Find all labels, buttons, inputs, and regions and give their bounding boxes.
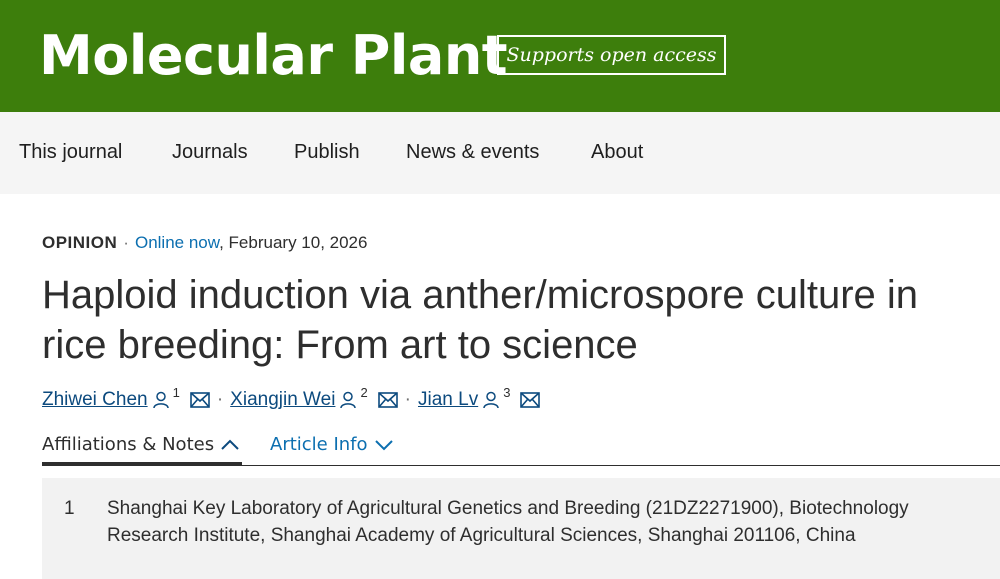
author-affiliation-number: 1 (172, 385, 180, 400)
meta-separator: · (123, 233, 129, 252)
author-separator: · (216, 389, 224, 410)
chevron-down-icon (374, 439, 394, 451)
affiliations-panel: 1 Shanghai Key Laboratory of Agricultura… (42, 478, 1000, 579)
affiliation-text: Shanghai Key Laboratory of Agricultural … (107, 498, 909, 546)
open-access-badge[interactable]: Supports open access (497, 35, 726, 75)
tab-affiliations-notes[interactable]: Affiliations & Notes (42, 432, 243, 465)
author-separator: · (404, 389, 411, 410)
author-affiliation-number: 2 (360, 385, 368, 400)
nav-about[interactable]: About (591, 139, 643, 165)
author-name-wei[interactable]: Xiangjin Wei (230, 387, 335, 413)
author-affiliation-number: 3 (503, 385, 511, 400)
nav-news-events[interactable]: News & events (406, 139, 539, 165)
online-now-link[interactable]: Online now (135, 233, 219, 252)
author-name-chen[interactable]: Zhiwei Chen (42, 387, 148, 413)
mail-icon[interactable] (520, 392, 541, 408)
tab-article-info-label: Article Info (270, 434, 368, 455)
title-line-2: rice breeding: From art to science (42, 323, 638, 367)
article-tabs: Affiliations & Notes Article Info (42, 430, 1000, 466)
chevron-up-icon (220, 439, 240, 451)
affiliation-number: 1 (64, 498, 75, 519)
nav-journals[interactable]: Journals (172, 139, 248, 165)
main-nav: This journal Journals Publish News & eve… (0, 112, 1000, 194)
nav-this-journal[interactable]: This journal (19, 139, 122, 165)
publication-date: , February 10, 2026 (219, 233, 368, 252)
tab-article-info[interactable]: Article Info (270, 432, 394, 458)
mail-icon[interactable] (377, 392, 398, 408)
author-name-lv[interactable]: Jian Lv (418, 387, 478, 413)
masthead: Molecular Plant Supports open access (0, 0, 1000, 112)
mail-icon[interactable] (190, 392, 210, 408)
author-list: Zhiwei Chen 1 · Xiangjin Wei 2 · Jian Lv… (42, 385, 541, 413)
title-line-1: Haploid induction via anther/microspore … (42, 273, 919, 317)
person-icon[interactable] (483, 391, 499, 409)
tab-affiliations-label: Affiliations & Notes (42, 434, 215, 455)
nav-publish[interactable]: Publish (294, 139, 360, 165)
article-type: OPINION (42, 233, 118, 252)
person-icon[interactable] (340, 391, 357, 409)
journal-title[interactable]: Molecular Plant (39, 24, 508, 88)
person-icon[interactable] (152, 391, 169, 409)
article-meta: OPINION · Online now, February 10, 2026 (42, 232, 367, 254)
article-title: Haploid induction via anther/microspore … (42, 270, 1000, 370)
